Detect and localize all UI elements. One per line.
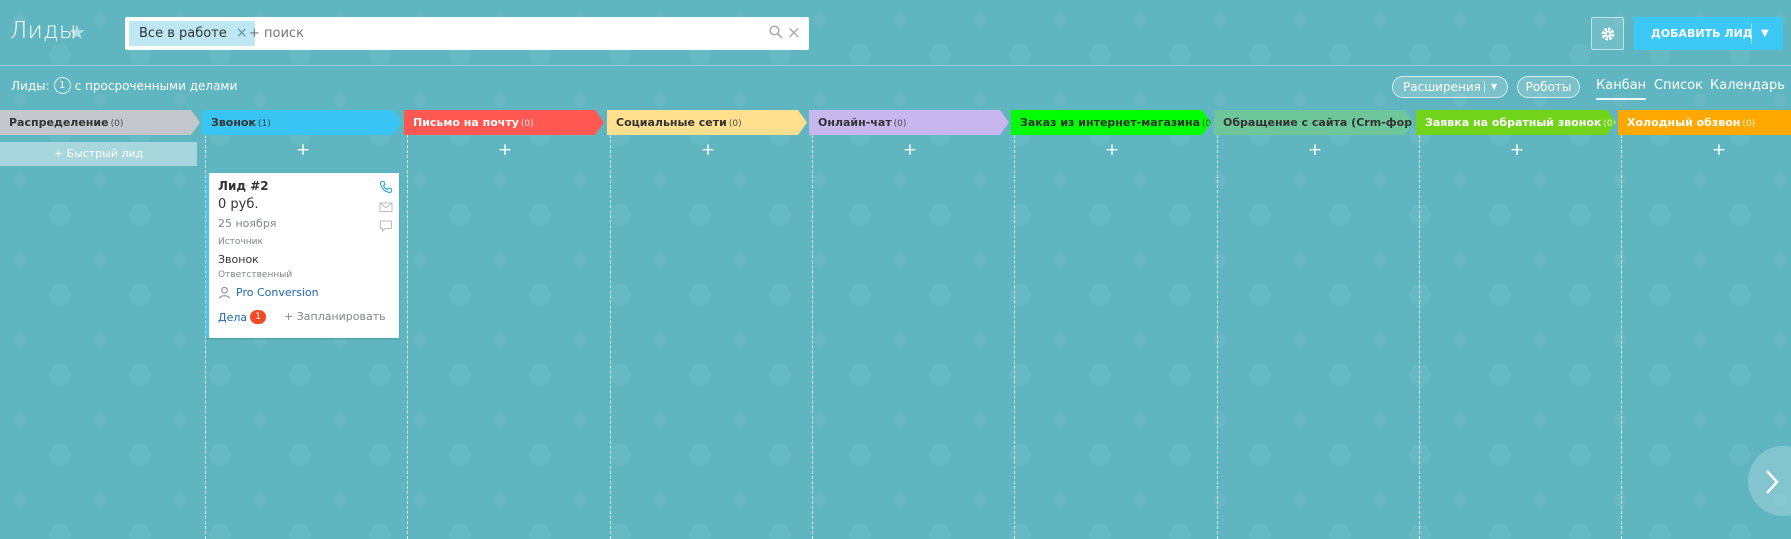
add-item-button[interactable]: + (1416, 141, 1618, 159)
column-header[interactable]: Социальные сети (0) (607, 110, 807, 135)
lead-title[interactable]: Лид #2 (218, 179, 269, 193)
gear-icon (1601, 27, 1614, 40)
responsible-label: Ответственный (218, 270, 293, 280)
search-box[interactable]: Все в работе × × (125, 17, 809, 50)
column-title: Социальные сети (616, 116, 727, 129)
column-count: (0) (1603, 119, 1616, 129)
responsible-user[interactable]: Pro Conversion (218, 286, 319, 299)
column-count: (1) (257, 119, 271, 129)
mail-icon[interactable] (379, 200, 393, 214)
counter-suffix: с просроченными делами (74, 78, 238, 93)
column-header[interactable]: Обращение с сайта (Crm-фор...(0) (1214, 110, 1414, 135)
column-header[interactable]: Звонок (1) (202, 110, 402, 135)
responsible-name[interactable]: Pro Conversion (236, 286, 319, 299)
quick-lead-button[interactable]: + Быстрый лид (0, 142, 197, 166)
add-item-button[interactable]: + (1011, 141, 1213, 159)
chevron-down-icon[interactable]: ▼ (1761, 17, 1769, 50)
add-item-button[interactable]: + (202, 141, 404, 159)
kanban-column: Социальные сети (0) + (607, 110, 809, 539)
lead-sum: 0 руб. (218, 197, 259, 212)
column-title: Холодный обзвон (1627, 116, 1741, 129)
page-header: Лиды ★ Все в работе × × ДОБАВИТЬ ЛИД ▼ (0, 0, 1791, 66)
kanban-column: Заказ из интернет-магазина(0) + (1011, 110, 1213, 539)
toolbar: Лиды: 1 с просроченными делами Расширени… (0, 66, 1791, 106)
column-header[interactable]: Холодный обзвон (0) (1618, 110, 1791, 135)
column-count: (0) (893, 119, 907, 129)
filter-tag[interactable]: Все в работе × (129, 21, 255, 46)
extensions-button[interactable]: Расширения ▼ (1392, 76, 1508, 98)
deals-label: Дела (218, 310, 248, 324)
column-count: (0) (110, 119, 124, 129)
deals-count-badge: 1 (250, 310, 267, 324)
tab-list[interactable]: Список (1654, 78, 1703, 100)
column-title: Распределение (9, 116, 109, 129)
search-icon[interactable] (769, 25, 783, 39)
add-button-divider (1751, 23, 1752, 44)
column-header[interactable]: Распределение (0) (0, 110, 200, 135)
column-header[interactable]: Письмо на почту (0) (404, 110, 604, 135)
kanban-column: Онлайн-чат (0) + (809, 110, 1011, 539)
deals-link[interactable]: Дела 1 (218, 310, 267, 324)
column-title: Звонок (211, 116, 256, 129)
filter-tag-label: Все в работе (139, 26, 227, 41)
column-count: (0) (1742, 119, 1756, 129)
add-item-button[interactable]: + (404, 141, 606, 159)
tab-calendar[interactable]: Календарь (1710, 78, 1785, 100)
column-count: (0) (520, 119, 534, 129)
add-item-button[interactable]: + (1618, 141, 1791, 159)
kanban-column: Обращение с сайта (Crm-фор...(0) + (1214, 110, 1416, 539)
lead-date: 25 ноября (218, 217, 277, 230)
add-lead-label: ДОБАВИТЬ ЛИД (1651, 27, 1753, 40)
tab-kanban[interactable]: Канбан (1596, 78, 1647, 100)
kanban-column: Письмо на почту (0) + (404, 110, 606, 539)
chevron-right-icon (1766, 470, 1779, 494)
extensions-divider (1484, 81, 1485, 93)
extensions-label: Расширения (1403, 80, 1481, 94)
source-value: Звонок (218, 253, 259, 266)
column-title: Заказ из интернет-магазина (1020, 116, 1201, 129)
column-header[interactable]: Заявка на обратный звонок (0) (1416, 110, 1616, 135)
user-avatar-icon (218, 286, 231, 299)
add-item-button[interactable]: + (607, 141, 809, 159)
kanban-board: Холодный обзвон (0) + Заявка на обратный зв… (0, 110, 1791, 539)
counter-badge[interactable]: 1 (53, 77, 71, 94)
source-label: Источник (218, 237, 263, 247)
add-lead-button[interactable]: ДОБАВИТЬ ЛИД ▼ (1634, 17, 1783, 50)
counter-prefix: Лиды: (11, 78, 50, 93)
lead-card[interactable]: Лид #2 0 руб. 25 ноября Источник Звонок … (206, 173, 399, 338)
search-input[interactable] (245, 17, 645, 50)
settings-button[interactable] (1591, 17, 1624, 50)
kanban-column: Заявка на обратный звонок (0) + (1416, 110, 1618, 539)
column-count: (0) (1202, 119, 1211, 129)
column-header[interactable]: Онлайн-чат (0) (809, 110, 1009, 135)
robots-button[interactable]: Роботы (1517, 76, 1580, 98)
column-title: Заявка на обратный звонок (1425, 116, 1602, 129)
column-title: Обращение с сайта (Crm-фор... (1223, 116, 1414, 129)
column-count: (0) (728, 119, 742, 129)
phone-icon[interactable] (379, 180, 393, 194)
kanban-column: Распределение (0) (0, 110, 202, 539)
chat-icon[interactable] (379, 219, 393, 233)
add-item-button[interactable]: + (1214, 141, 1416, 159)
star-icon[interactable]: ★ (68, 20, 86, 44)
column-header[interactable]: Заказ из интернет-магазина(0) (1011, 110, 1211, 135)
overdue-counter: Лиды: 1 с просроченными делами (11, 77, 237, 94)
column-title: Письмо на почту (413, 116, 519, 129)
chevron-down-icon[interactable]: ▼ (1491, 77, 1497, 97)
add-item-button[interactable]: + (809, 141, 1011, 159)
page-title: Лиды (10, 18, 77, 44)
plan-activity-link[interactable]: + Запланировать (284, 310, 386, 323)
clear-search-icon[interactable]: × (787, 23, 801, 43)
column-title: Онлайн-чат (818, 116, 892, 129)
